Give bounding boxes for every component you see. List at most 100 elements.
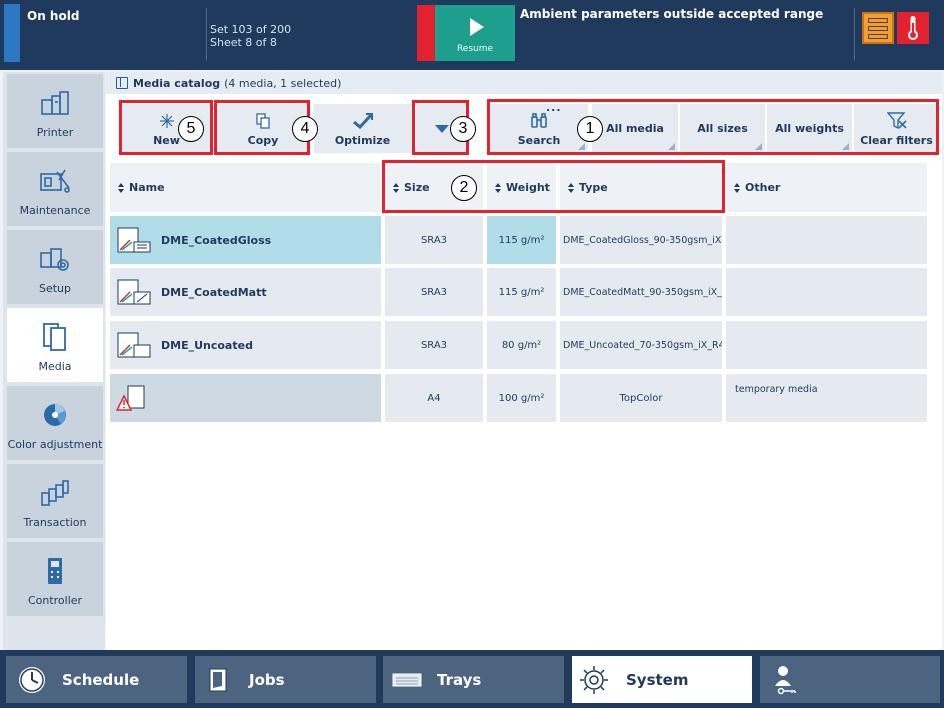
sidebar-item-label: Color adjustment xyxy=(7,438,103,451)
set-info: Set 103 of 200 xyxy=(210,23,292,36)
sidebar-item-setup[interactable]: Setup xyxy=(7,230,103,304)
annotation-number: 3 xyxy=(450,116,476,142)
media-name-cell[interactable] xyxy=(110,374,381,422)
clock-icon xyxy=(16,664,48,696)
annotation-number: 4 xyxy=(292,116,318,142)
nav-label: System xyxy=(626,670,689,689)
coated-matt-media-icon xyxy=(116,278,152,306)
printer-icon xyxy=(39,88,71,118)
media-type-cell: DME_Uncoated_70-350gsm_iX_R4... xyxy=(560,321,722,369)
media-other-cell: temporary media xyxy=(726,374,927,422)
sidebar-item-transaction[interactable]: Transaction xyxy=(7,464,103,538)
media-name: DME_Uncoated xyxy=(161,338,253,352)
column-header-label: Other xyxy=(745,181,781,194)
coated-gloss-media-icon xyxy=(116,226,152,254)
nav-jobs[interactable]: Jobs xyxy=(195,656,376,703)
main-area: Printer Maintenance Setup Media Color ad… xyxy=(0,70,944,650)
catalog-header: Media catalog (4 media, 1 selected) xyxy=(106,72,942,94)
media-size-cell: SRA3 xyxy=(385,216,483,264)
sidebar-item-label: Media xyxy=(38,360,72,373)
media-catalog-panel: Media catalog (4 media, 1 selected) New … xyxy=(106,72,942,650)
annotation-number: 1 xyxy=(577,116,603,142)
media-size-cell: A4 xyxy=(385,374,483,422)
media-name-cell[interactable]: DME_CoatedGloss xyxy=(110,216,381,264)
temporary-media-warning-icon xyxy=(115,384,152,412)
media-weight-cell: 115 g/m² xyxy=(487,216,556,264)
catalog-subtitle: (4 media, 1 selected) xyxy=(224,76,342,90)
media-size-cell: SRA3 xyxy=(385,321,483,369)
sidebar-item-label: Printer xyxy=(36,126,74,139)
annotation-number: 2 xyxy=(451,175,477,201)
controller-icon xyxy=(39,556,71,586)
sidebar-item-label: Transaction xyxy=(23,516,87,529)
nav-schedule[interactable]: Schedule xyxy=(6,656,187,703)
media-weight-cell: 100 g/m² xyxy=(487,374,556,422)
annotation-box-columns xyxy=(382,160,725,213)
nav-label: Trays xyxy=(437,670,482,689)
status-indicator xyxy=(4,4,20,62)
divider xyxy=(854,8,855,60)
sidebar-item-media[interactable]: Media xyxy=(7,308,103,382)
status-bar: On hold Set 103 of 200 Sheet 8 of 8 Resu… xyxy=(0,0,944,70)
annotation-box-filters xyxy=(487,99,939,155)
media-weight-cell: 115 g/m² xyxy=(487,268,556,316)
optimize-checkmark-icon xyxy=(352,112,374,130)
job-progress: Set 103 of 200 Sheet 8 of 8 xyxy=(210,23,291,49)
media-icon xyxy=(39,322,71,352)
media-type-cell: TopColor xyxy=(560,374,722,422)
tray-icon xyxy=(391,664,423,696)
nav-user[interactable] xyxy=(760,656,940,703)
jobs-document-icon xyxy=(203,664,235,696)
thermometer-icon[interactable] xyxy=(897,12,929,44)
uncoated-media-icon xyxy=(116,331,152,359)
sidebar-item-printer[interactable]: Printer xyxy=(7,74,103,148)
annotation-number: 5 xyxy=(178,116,204,142)
error-indicator xyxy=(417,5,435,61)
column-header-other[interactable]: Other xyxy=(726,163,927,212)
printer-state: On hold xyxy=(27,9,80,23)
color-adjustment-icon xyxy=(39,400,71,430)
media-other-cell xyxy=(726,321,927,369)
media-weight-cell: 80 g/m² xyxy=(487,321,556,369)
sort-icon xyxy=(734,182,740,193)
media-name: DME_CoatedMatt xyxy=(161,285,267,299)
bottom-navigation: Schedule Jobs Trays System xyxy=(0,650,944,708)
media-name-cell[interactable]: DME_CoatedMatt xyxy=(110,268,381,316)
nav-label: Jobs xyxy=(249,670,285,689)
nav-trays[interactable]: Trays xyxy=(383,656,564,703)
media-other-cell xyxy=(726,268,927,316)
media-type-cell: DME_CoatedMatt_90-350gsm_iX_... xyxy=(560,268,722,316)
resume-button[interactable]: Resume xyxy=(435,5,515,61)
sheet-info: Sheet 8 of 8 xyxy=(210,36,277,49)
media-type-cell: DME_CoatedGloss_90-350gsm_iX... xyxy=(560,216,722,264)
sidebar-item-label: Maintenance xyxy=(19,204,91,217)
media-other-cell xyxy=(726,216,927,264)
nav-system[interactable]: System xyxy=(572,656,752,703)
system-gear-icon xyxy=(578,664,610,696)
setup-icon xyxy=(39,244,71,274)
sort-icon xyxy=(118,182,124,193)
user-key-icon xyxy=(770,664,802,696)
server-warning-icon[interactable] xyxy=(862,12,894,44)
play-icon xyxy=(469,18,484,36)
sidebar-item-label: Setup xyxy=(38,282,72,295)
media-name: DME_CoatedGloss xyxy=(161,233,272,247)
optimize-button-label: Optimize xyxy=(334,134,391,147)
sidebar: Printer Maintenance Setup Media Color ad… xyxy=(3,72,105,650)
sidebar-item-color-adjustment[interactable]: Color adjustment xyxy=(7,386,103,460)
catalog-icon xyxy=(116,77,128,89)
media-size-cell: SRA3 xyxy=(385,268,483,316)
status-message: Ambient parameters outside accepted rang… xyxy=(520,7,824,21)
divider xyxy=(206,8,207,60)
sidebar-item-maintenance[interactable]: Maintenance xyxy=(7,152,103,226)
nav-label: Schedule xyxy=(62,670,140,689)
optimize-button[interactable]: Optimize xyxy=(314,104,411,153)
column-header-name[interactable]: Name xyxy=(110,163,381,212)
catalog-title: Media catalog xyxy=(133,76,221,90)
resume-label: Resume xyxy=(456,44,494,54)
sidebar-item-controller[interactable]: Controller xyxy=(7,542,103,616)
media-name-cell[interactable]: DME_Uncoated xyxy=(110,321,381,369)
sidebar-item-label: Controller xyxy=(27,594,83,607)
column-header-label: Name xyxy=(129,181,165,194)
maintenance-icon xyxy=(39,166,71,196)
